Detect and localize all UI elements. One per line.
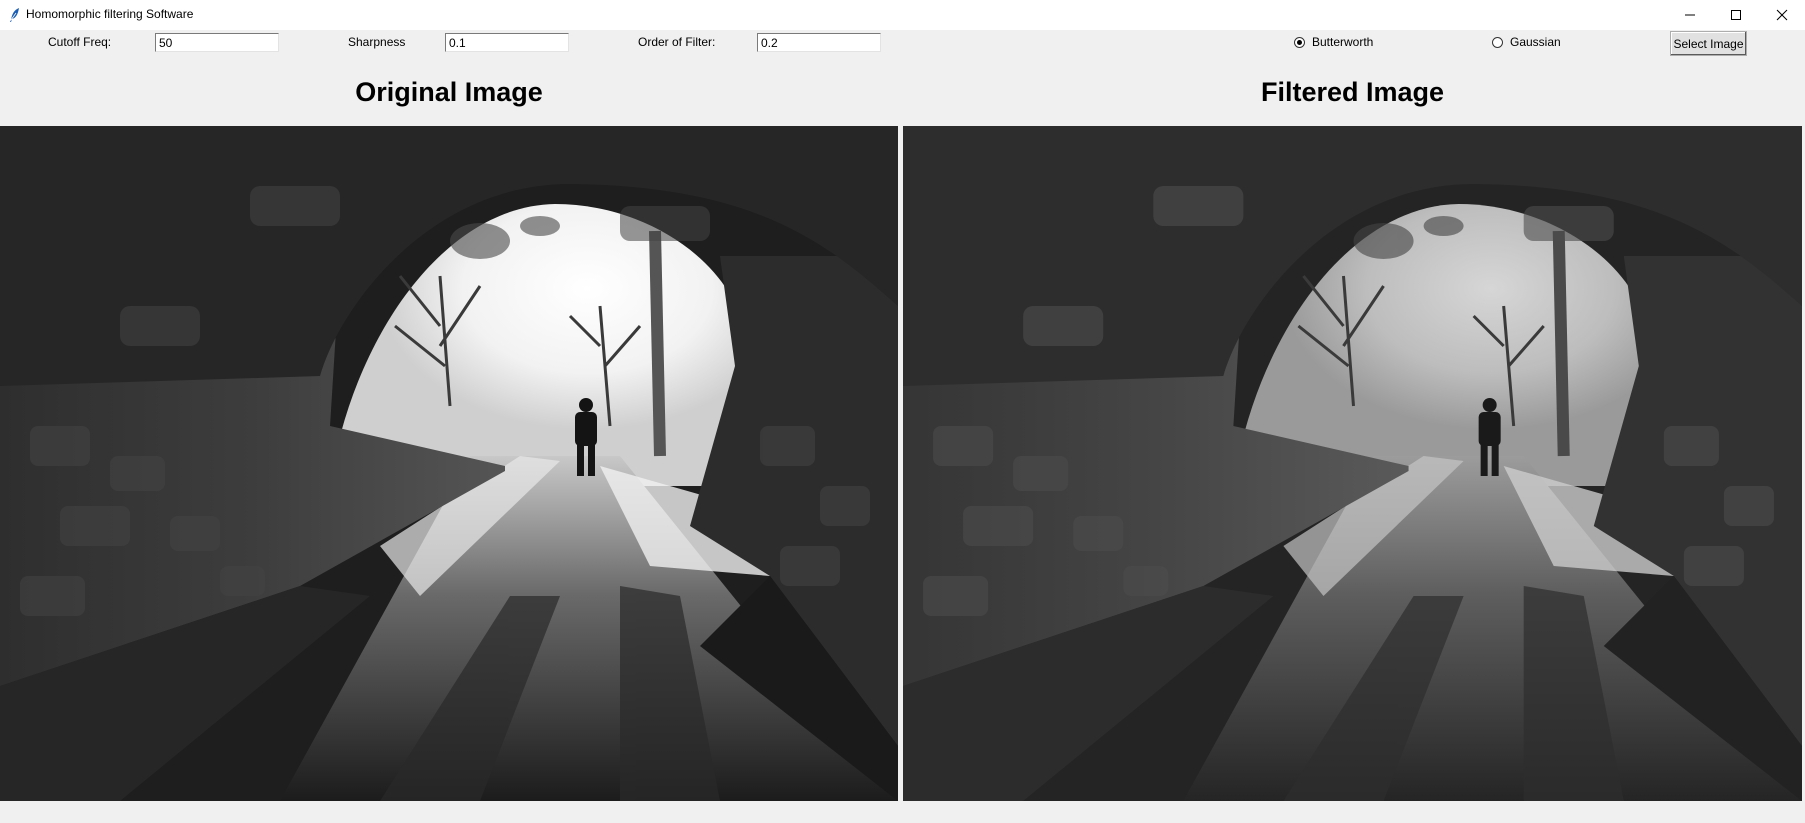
radio-selected-icon [1294,36,1305,48]
original-image [0,126,898,801]
sharpness-label: Sharpness [348,35,406,49]
gaussian-label: Gaussian [1510,35,1561,49]
feather-icon [8,7,22,23]
maximize-icon [1731,10,1741,20]
title-bar: Homomorphic filtering Software [0,0,1805,30]
order-of-filter-label: Order of Filter: [638,35,716,49]
window-title: Homomorphic filtering Software [26,7,194,21]
minimize-button[interactable] [1667,0,1713,30]
gaussian-radio[interactable]: Gaussian [1492,35,1561,49]
maximize-button[interactable] [1713,0,1759,30]
minimize-icon [1685,14,1695,16]
order-of-filter-input[interactable] [757,33,881,52]
select-image-button[interactable]: Select Image [1670,31,1747,56]
sharpness-input[interactable] [445,33,569,52]
cutoff-freq-input[interactable] [155,33,279,52]
close-icon [1776,9,1788,21]
cutoff-freq-label: Cutoff Freq: [48,35,112,49]
close-button[interactable] [1759,0,1805,30]
filtered-image-title: Filtered Image [1260,77,1445,107]
butterworth-radio[interactable]: Butterworth [1294,35,1373,49]
original-image-title: Original Image [355,77,543,107]
butterworth-label: Butterworth [1312,35,1374,49]
radio-unselected-icon [1492,36,1503,48]
filtered-image [903,126,1802,801]
